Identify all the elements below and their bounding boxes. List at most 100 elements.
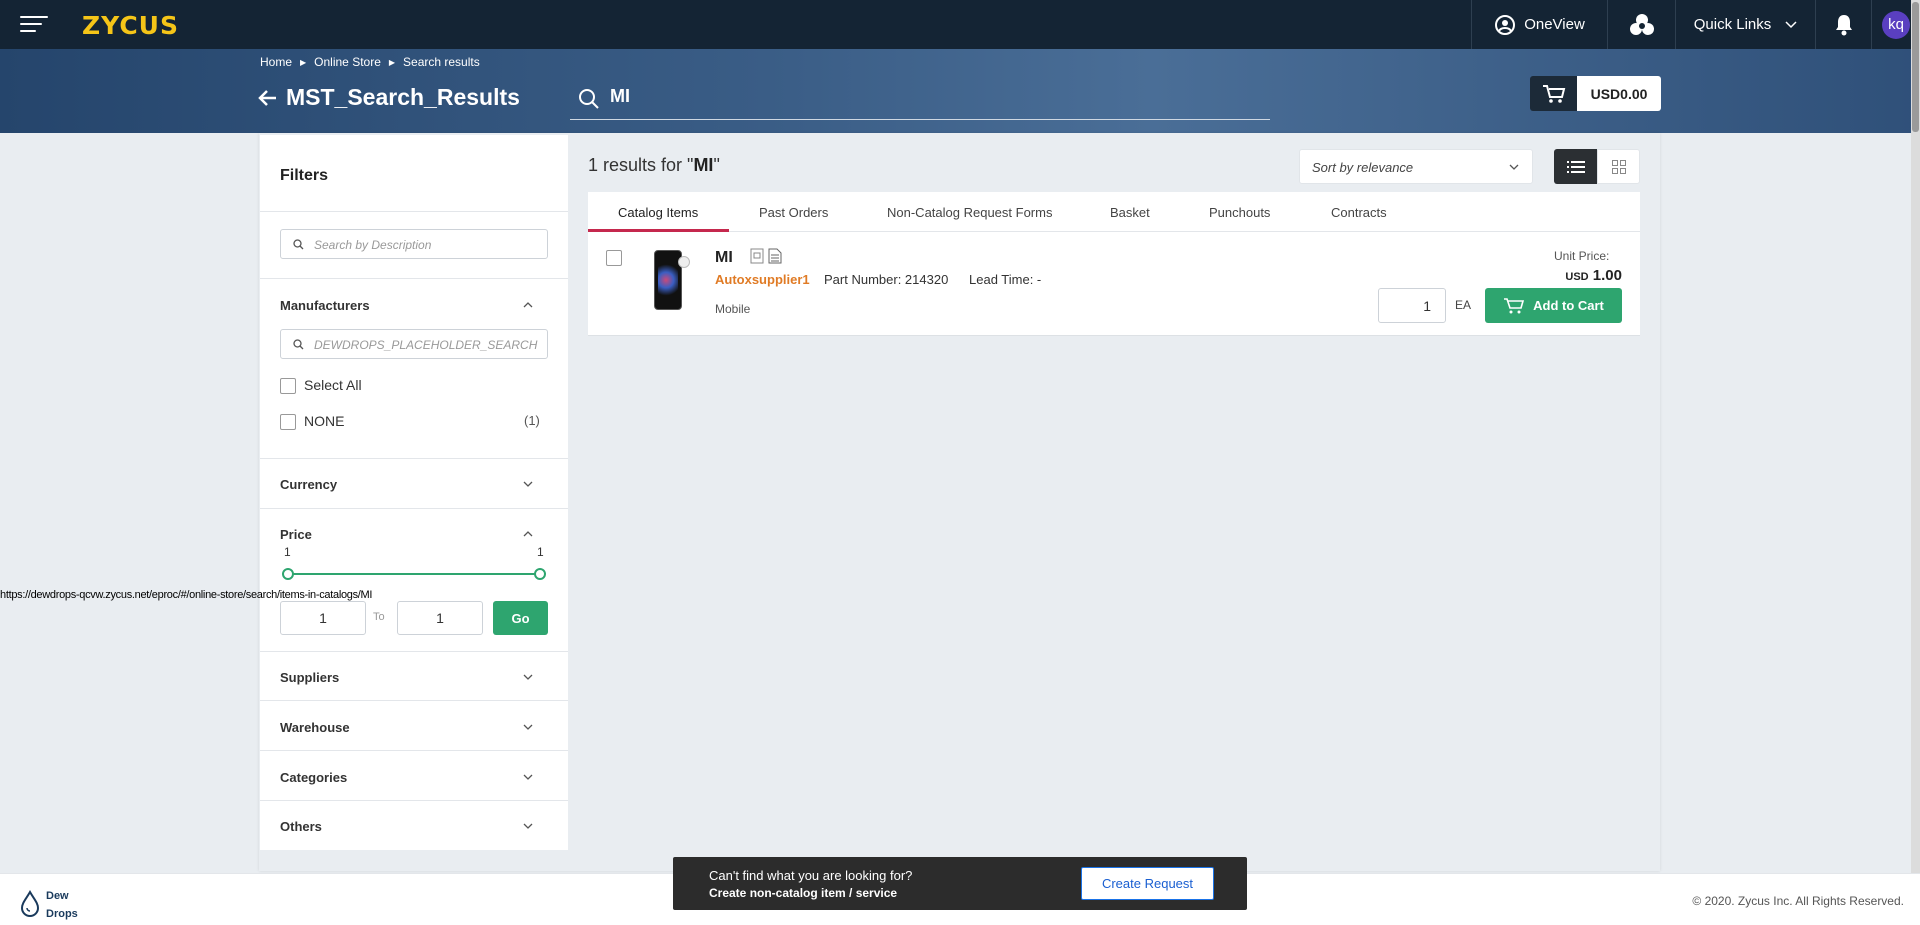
droplet-icon <box>20 890 40 917</box>
description-search-input[interactable]: Search by Description <box>280 229 548 259</box>
item-category: Mobile <box>715 302 751 316</box>
price-slider-min-handle[interactable] <box>282 568 294 580</box>
hamburger-menu-icon[interactable] <box>20 14 48 34</box>
results-tabs: Catalog Items Past Orders Non-Catalog Re… <box>588 192 1640 232</box>
list-item: MI Autoxsupplier1 Part Number: 214320 Le… <box>588 232 1640 336</box>
divider <box>260 458 568 459</box>
divider <box>260 508 568 509</box>
toast-message: Can't find what you are looking for? <box>709 868 913 883</box>
item-name[interactable]: MI <box>715 249 733 267</box>
add-to-cart-button[interactable]: Add to Cart <box>1485 288 1622 323</box>
oneview-label: OneView <box>1524 16 1585 33</box>
page-scrollbar[interactable] <box>1911 0 1920 873</box>
chevron-down-icon[interactable] <box>522 478 534 490</box>
chevron-down-icon <box>1509 164 1519 170</box>
search-input[interactable]: MI <box>570 82 1270 120</box>
top-navbar: ZYCUS OneView Quick Links kq <box>0 0 1920 49</box>
page-title: MST_Search_Results <box>286 84 520 110</box>
manufacturer-search-input[interactable]: DEWDROPS_PLACEHOLDER_SEARCH <box>280 329 548 359</box>
list-view-icon <box>1566 160 1585 173</box>
sort-select[interactable]: Sort by relevance <box>1299 149 1533 184</box>
zycus-logo[interactable]: ZYCUS <box>82 11 179 40</box>
breadcrumb-online-store[interactable]: Online Store <box>314 55 381 69</box>
manufacturer-none-count: (1) <box>524 413 540 428</box>
tab-contracts[interactable]: Contracts <box>1331 205 1387 220</box>
price-to-label: To <box>373 611 385 623</box>
tab-non-catalog-request-forms[interactable]: Non-Catalog Request Forms <box>887 205 1052 220</box>
chevron-down-icon[interactable] <box>522 820 534 832</box>
others-heading[interactable]: Others <box>280 819 322 834</box>
select-all-label[interactable]: Select All <box>304 377 362 393</box>
add-to-cart-label: Add to Cart <box>1533 298 1604 313</box>
oneview-link[interactable]: OneView <box>1471 0 1607 49</box>
chevron-down-icon[interactable] <box>522 671 534 683</box>
unit-price-label: Unit Price: <box>1554 249 1610 263</box>
unit-of-measure: EA <box>1455 298 1472 312</box>
categories-heading[interactable]: Categories <box>280 770 347 785</box>
chevron-down-icon[interactable] <box>522 721 534 733</box>
avatar[interactable]: kq <box>1882 10 1910 39</box>
apps-switcher[interactable] <box>1607 0 1675 49</box>
price-from-input[interactable]: 1 <box>280 601 366 635</box>
copyright-text: © 2020. Zycus Inc. All Rights Reserved. <box>1692 894 1904 908</box>
manufacturer-none-label[interactable]: NONE <box>304 413 344 429</box>
divider <box>260 278 568 279</box>
tab-past-orders[interactable]: Past Orders <box>759 205 828 220</box>
suppliers-heading[interactable]: Suppliers <box>280 670 339 685</box>
currency-heading[interactable]: Currency <box>280 477 337 492</box>
cart-icon <box>1504 297 1525 313</box>
favorite-icon[interactable] <box>678 256 690 268</box>
divider <box>260 750 568 751</box>
breadcrumb-home[interactable]: Home <box>260 55 292 69</box>
chevron-down-icon <box>1785 20 1797 28</box>
grid-view-button[interactable] <box>1597 149 1640 184</box>
item-lead-time: Lead Time: - <box>969 272 1042 287</box>
filters-panel: Filters Search by Description Manufactur… <box>260 135 568 850</box>
create-request-button[interactable]: Create Request <box>1081 867 1214 900</box>
sort-selected-value: Sort by relevance <box>1312 160 1414 175</box>
description-search-placeholder: Search by Description <box>314 238 432 252</box>
back-arrow-icon[interactable] <box>258 89 278 107</box>
tab-basket[interactable]: Basket <box>1110 205 1150 220</box>
item-supplier[interactable]: Autoxsupplier1 <box>715 272 810 287</box>
price-heading[interactable]: Price <box>280 527 312 542</box>
chevron-up-icon[interactable] <box>522 528 534 540</box>
divider <box>260 700 568 701</box>
search-icon <box>293 339 304 350</box>
manufacturer-none-checkbox[interactable] <box>280 414 296 430</box>
price-slider-track <box>288 573 540 575</box>
cart-button[interactable]: USD0.00 <box>1530 76 1661 111</box>
bell-icon <box>1835 14 1852 35</box>
quick-links-dropdown[interactable]: Quick Links <box>1675 0 1815 49</box>
warehouse-heading[interactable]: Warehouse <box>280 720 350 735</box>
notifications-button[interactable] <box>1815 0 1871 49</box>
oneview-icon <box>1495 14 1516 35</box>
search-query: MI <box>610 86 630 106</box>
quick-links-label: Quick Links <box>1693 16 1772 33</box>
page-title-row: MST_Search_Results <box>258 84 520 111</box>
search-icon <box>579 89 599 109</box>
breadcrumb-search-results: Search results <box>403 55 480 69</box>
manufacturers-heading[interactable]: Manufacturers <box>280 298 370 313</box>
list-view-button[interactable] <box>1554 149 1597 184</box>
price-to-input[interactable]: 1 <box>397 601 483 635</box>
price-max-label: 1 <box>537 545 544 559</box>
price-slider-max-handle[interactable] <box>534 568 546 580</box>
cart-amount: USD0.00 <box>1577 76 1661 111</box>
item-part-number: Part Number: 214320 <box>824 272 949 287</box>
tab-catalog-items[interactable]: Catalog Items <box>618 205 698 220</box>
chevron-down-icon[interactable] <box>522 771 534 783</box>
grid-view-icon <box>1611 159 1626 174</box>
quantity-input[interactable]: 1 <box>1378 288 1446 323</box>
apps-cluster-icon <box>1629 13 1654 35</box>
breadcrumb-separator-icon: ▶ <box>300 57 307 67</box>
price-min-label: 1 <box>284 545 291 559</box>
chevron-up-icon[interactable] <box>522 299 534 311</box>
unit-price: USD 1.00 <box>1565 267 1622 284</box>
tab-punchouts[interactable]: Punchouts <box>1209 205 1270 220</box>
breadcrumb: Home ▶ Online Store ▶ Search results <box>260 55 480 69</box>
select-all-checkbox[interactable] <box>280 378 296 394</box>
price-go-button[interactable]: Go <box>493 601 548 635</box>
scrollbar-thumb[interactable] <box>1912 2 1919 132</box>
item-select-checkbox[interactable] <box>606 250 622 266</box>
